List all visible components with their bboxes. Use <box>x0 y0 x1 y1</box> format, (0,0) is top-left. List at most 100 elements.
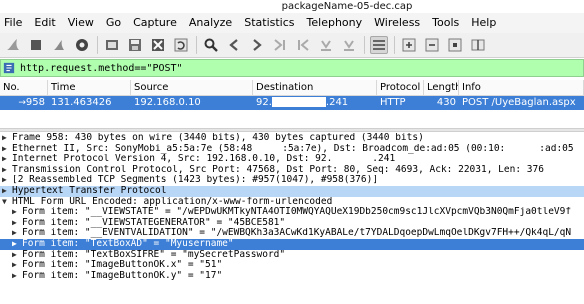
last-packet-icon[interactable] <box>317 36 335 54</box>
expand-arrow-icon[interactable]: ▶ <box>12 218 22 229</box>
menu-tools[interactable]: Tools <box>432 13 459 33</box>
expand-arrow-icon[interactable]: ▶ <box>2 154 12 165</box>
packet-list-header: No. Time Source Destination Protocol Len… <box>0 80 584 96</box>
tree-item-form-item[interactable]: ▶ Form item: "ImageButtonOK.x" = "51" <box>0 260 584 271</box>
collapse-arrow-icon[interactable]: ▼ <box>2 197 12 208</box>
menu-statistics[interactable]: Statistics <box>244 13 294 33</box>
packet-row[interactable]: →958 131.463426 192.168.0.10 92. .241 HTT… <box>0 96 584 110</box>
stop-icon[interactable] <box>27 36 45 54</box>
tree-item-form-item[interactable]: ▶ Form item: "TextBoxSIFRE" = "mySecretPa… <box>0 250 584 261</box>
column-header-info[interactable]: Info <box>459 80 584 95</box>
column-header-length[interactable]: Length <box>424 80 459 95</box>
restart-icon[interactable] <box>50 36 68 54</box>
bookmark-icon[interactable] <box>3 61 17 75</box>
tree-item-label: Ethernet II, Src: SonyMobi_a5:5a:7e (58:… <box>12 143 253 154</box>
back-icon[interactable] <box>225 36 243 54</box>
expand-arrow-icon[interactable]: ▶ <box>12 260 22 271</box>
menu-help[interactable]: Help <box>471 13 496 33</box>
save-icon[interactable] <box>126 36 144 54</box>
display-filter-input[interactable] <box>17 60 537 76</box>
tree-item-tcp[interactable]: ▶ Transmission Control Protocol, Src Port… <box>0 165 584 176</box>
colorize-icon[interactable] <box>370 36 388 54</box>
options-gear-icon[interactable] <box>73 36 91 54</box>
first-packet-icon[interactable] <box>294 36 312 54</box>
tree-item-http[interactable]: ▶ Hypertext Transfer Protocol <box>0 185 584 197</box>
tree-item-form[interactable]: ▼ HTML Form URL Encoded: application/x-ww… <box>0 197 584 208</box>
column-header-protocol[interactable]: Protocol <box>377 80 424 95</box>
packet-length: 430 <box>436 97 456 108</box>
shark-fin-icon[interactable] <box>4 36 22 54</box>
reload-icon[interactable] <box>172 36 190 54</box>
toolbar-separator <box>196 36 197 54</box>
open-folder-icon[interactable] <box>103 36 121 54</box>
expand-arrow-icon[interactable]: ▶ <box>2 165 12 176</box>
zoom-in-icon[interactable] <box>400 36 418 54</box>
redaction <box>505 143 540 153</box>
menu-edit[interactable]: Edit <box>34 13 55 33</box>
tree-item-ip[interactable]: ▶ Internet Protocol Version 4, Src: 192.1… <box>0 154 584 165</box>
zoom-out-icon[interactable] <box>423 36 441 54</box>
tree-item-ethernet[interactable]: ▶ Ethernet II, Src: SonyMobi_a5:5a:7e (58… <box>0 143 584 155</box>
expand-arrow-icon[interactable]: ▶ <box>12 239 22 250</box>
window-title: packageName-05-dec.cap <box>281 1 413 12</box>
tree-item-label: Form item: "__EVENTVALIDATION" = "/wEWBQ… <box>22 228 572 239</box>
tree-item-reassembled[interactable]: ▶ [2 Reassembled TCP Segments (1423 bytes… <box>0 175 584 186</box>
column-header-time[interactable]: Time <box>48 80 131 95</box>
resize-columns-icon[interactable] <box>469 36 487 54</box>
expand-arrow-icon[interactable]: ▶ <box>12 250 22 261</box>
column-header-source[interactable]: Source <box>131 80 253 95</box>
pane-splitter[interactable] <box>0 128 584 132</box>
packet-source: 192.168.0.10 <box>134 97 201 108</box>
find-icon[interactable] <box>202 36 220 54</box>
menu-capture[interactable]: Capture <box>133 13 177 33</box>
tree-item-form-item[interactable]: ▶ Form item: "ImageButtonOK.y" = "17" <box>0 271 584 282</box>
go-to-packet-icon[interactable] <box>271 36 289 54</box>
menu-wireless[interactable]: Wireless <box>374 13 420 33</box>
tree-item-label: Internet Protocol Version 4, Src: 192.16… <box>12 154 333 165</box>
packet-destination: 92. .241 <box>253 96 377 110</box>
tree-item-label: .241 <box>372 154 396 165</box>
main-toolbar <box>0 33 584 58</box>
expand-arrow-icon[interactable]: ▶ <box>12 271 22 282</box>
tree-item-frame[interactable]: ▶ Frame 958: 430 bytes on wire (3440 bits… <box>0 133 584 144</box>
column-header-destination[interactable]: Destination <box>253 80 377 95</box>
tree-item-label: Form item: "__VIEWSTATEGENERATOR" = "45B… <box>22 217 286 228</box>
packet-number: 958 <box>25 97 45 108</box>
tree-item-label: HTML Form URL Encoded: application/x-www… <box>12 196 333 207</box>
tree-item-form-item-selected[interactable]: ▶ Form item: "TextBoxAD" = "Myusername" <box>0 238 584 250</box>
tree-item-label: :ad:05 <box>539 143 574 154</box>
expand-arrow-icon[interactable]: ▶ <box>2 186 12 197</box>
packet-details-tree: ▶ Frame 958: 430 bytes on wire (3440 bits… <box>0 133 584 304</box>
menu-view[interactable]: View <box>68 13 94 33</box>
autoscroll-icon[interactable] <box>340 36 358 54</box>
menu-analyze[interactable]: Analyze <box>189 13 232 33</box>
tree-item-label: Form item: "ImageButtonOK.y" = "17" <box>22 270 223 281</box>
menu-go[interactable]: Go <box>106 13 121 33</box>
expand-arrow-icon[interactable]: ▶ <box>2 175 12 186</box>
tree-item-form-item[interactable]: ▶ Form item: "__VIEWSTATE" = "/wEPDwUKMTk… <box>0 207 584 218</box>
packet-list: No. Time Source Destination Protocol Len… <box>0 80 584 130</box>
toolbar-separator <box>97 36 98 54</box>
toolbar-separator <box>364 36 365 54</box>
tree-item-form-item[interactable]: ▶ Form item: "__VIEWSTATEGENERATOR" = "45… <box>0 218 584 229</box>
expand-arrow-icon[interactable]: ▶ <box>12 207 22 218</box>
title-bar: packageName-05-dec.cap <box>0 0 584 13</box>
tree-item-label: Form item: "TextBoxAD" = "Myusername" <box>22 238 234 249</box>
toolbar-separator <box>394 36 395 54</box>
menu-telephony[interactable]: Telephony <box>307 13 363 33</box>
normal-size-icon[interactable] <box>446 36 464 54</box>
close-file-icon[interactable] <box>149 36 167 54</box>
packet-info: POST /UyeBaglan.aspx <box>462 97 576 108</box>
menu-file[interactable]: File <box>4 13 22 33</box>
forward-icon[interactable] <box>248 36 266 54</box>
expand-arrow-icon[interactable]: ▶ <box>12 228 22 239</box>
tree-item-form-item[interactable]: ▶ Form item: "__EVENTVALIDATION" = "/wEWB… <box>0 228 584 239</box>
tree-item-label: Hypertext Transfer Protocol <box>12 185 167 196</box>
column-header-no[interactable]: No. <box>0 80 48 95</box>
tree-item-label: Transmission Control Protocol, Src Port:… <box>12 164 544 175</box>
selected-arrow-icon: → <box>18 98 26 108</box>
display-filter-bar <box>0 59 584 77</box>
expand-arrow-icon[interactable]: ▶ <box>2 144 12 155</box>
redaction <box>332 154 373 164</box>
expand-arrow-icon[interactable]: ▶ <box>2 133 12 144</box>
